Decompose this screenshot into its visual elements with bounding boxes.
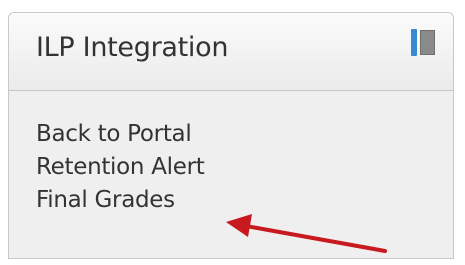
list-item: Back to Portal [36, 118, 204, 151]
dock-toggle-icon[interactable] [411, 29, 436, 56]
retention-alert-link[interactable]: Retention Alert [36, 154, 205, 180]
block-header: ILP Integration [9, 13, 453, 91]
dock-icon-grey-panel [420, 30, 435, 55]
block-title: ILP Integration [36, 32, 229, 63]
ilp-integration-block: ILP Integration Back to Portal Retention… [8, 12, 454, 259]
final-grades-link[interactable]: Final Grades [36, 187, 175, 213]
list-item: Retention Alert [36, 151, 205, 184]
block-link-list: Back to Portal Retention Alert Final Gra… [36, 118, 205, 217]
back-to-portal-link[interactable]: Back to Portal [36, 121, 192, 147]
list-item: Final Grades [36, 184, 204, 217]
dock-icon-blue-bar [411, 29, 417, 56]
